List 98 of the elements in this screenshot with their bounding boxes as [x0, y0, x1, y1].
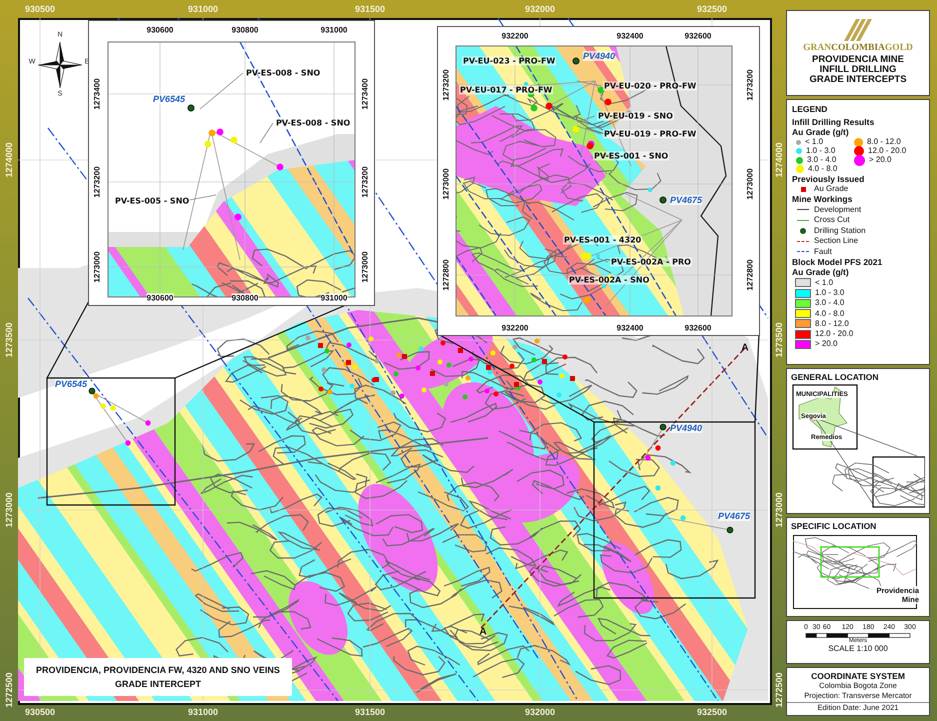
- legend-label: 1.0 - 3.0: [806, 146, 836, 156]
- coordinate-label: 931500: [354, 707, 386, 717]
- coordinate-label: 1273400: [92, 78, 102, 110]
- coordinate-label: 931000: [320, 294, 348, 302]
- drill-hole-label: PV-EU-017 - PRO-FW: [459, 86, 554, 94]
- legend-title: LEGEND: [792, 104, 828, 114]
- legend-label: Fault: [814, 246, 832, 257]
- station-label: PV6545: [153, 94, 186, 104]
- coordinate-label: 1273500: [4, 322, 14, 358]
- coordinate-label: 931000: [188, 4, 218, 14]
- legend-heading: Infill Drilling Results: [792, 117, 876, 128]
- coordinate-label: 931000: [188, 707, 218, 717]
- coordinate-label: 932000: [524, 4, 556, 14]
- legend-label: > 20.0: [869, 155, 892, 166]
- legend-label: Drilling Station: [814, 226, 866, 236]
- coordinate-label: 930500: [24, 707, 56, 717]
- coordinate-label: 1273200: [442, 69, 450, 101]
- legend-label: 12.0 - 20.0: [815, 329, 854, 340]
- legend-label: < 1.0: [815, 278, 834, 288]
- coordinate-label: 930500: [24, 4, 56, 14]
- coordinate-label: 1273200: [746, 69, 754, 101]
- coordinate-label: 932600: [684, 324, 712, 332]
- map-title: PROVIDENCIA MINE INFILL DRILLING GRADE INTERCEPTS: [809, 55, 907, 85]
- station-label: PV4675: [718, 511, 750, 521]
- legend-label: > 20.0: [815, 339, 838, 350]
- drill-hole-label: PV-ES-001 - SNO: [593, 152, 670, 160]
- drill-hole-label: PV-ES-005 - SNO: [114, 196, 190, 206]
- coordinate-label: 930600: [146, 294, 174, 302]
- station-label: PV4940: [583, 51, 616, 61]
- legend-heading: Au Grade (g/t): [792, 267, 850, 278]
- logo-icon: [844, 19, 872, 41]
- coordinate-label: 1273000: [360, 251, 370, 283]
- legend-label: Section Line: [814, 236, 858, 246]
- station-label: PV6545: [55, 379, 88, 389]
- coordinate-label: 932200: [502, 32, 528, 40]
- legend-label: 4.0 - 8.0: [815, 308, 844, 319]
- coordinate-label: 932500: [696, 4, 728, 14]
- coordinate-label: 1272500: [774, 672, 784, 708]
- drill-hole-label: PV-EU-019 - PRO-FW: [603, 130, 698, 138]
- coordinate-label: 1273000: [774, 492, 784, 528]
- station-label: PV4940: [670, 423, 702, 433]
- legend-label: Cross Cut: [814, 215, 850, 226]
- coordinate-label: 1273000: [92, 251, 102, 283]
- legend-label: 3.0 - 4.0: [815, 298, 844, 308]
- coordinate-label: 932400: [616, 324, 644, 332]
- legend-label: Development: [814, 204, 862, 215]
- coordinate-label: 930800: [232, 294, 258, 302]
- legend-heading: Block Model PFS 2021: [792, 257, 884, 268]
- coordinate-label: 1274000: [4, 142, 14, 178]
- north-arrow-icon: [38, 42, 82, 88]
- legend-label: Au Grade: [814, 184, 848, 194]
- panel-title: GENERAL LOCATION: [791, 372, 880, 382]
- panel-title: COORDINATE SYSTEM: [811, 671, 905, 681]
- coordinate-label: 1273000: [442, 168, 450, 200]
- panel-title: SPECIFIC LOCATION: [791, 521, 878, 531]
- coordinate-label: 932400: [616, 32, 644, 40]
- legend-label: 8.0 - 12.0: [867, 137, 901, 147]
- coordinate-label: 931000: [320, 26, 348, 34]
- station-label: PV4675: [670, 195, 702, 205]
- brand-name: GRANCOLOMBIAGOLD: [803, 43, 913, 53]
- coordinate-label: 1273400: [360, 78, 370, 110]
- drill-hole-label: PV-ES-002A - SNO: [568, 276, 650, 284]
- coordinate-label: 932600: [684, 32, 712, 40]
- drill-hole-label: PV-EU-023 - PRO-FW: [462, 56, 556, 66]
- coordinate-label: 931500: [354, 4, 386, 14]
- drill-hole-label: PV-ES-008 - SNO: [275, 118, 352, 128]
- map-caption: PROVIDENCIA, PROVIDENCIA FW, 4320 AND SNO VEINS GRADE INTERCEPT: [24, 658, 292, 696]
- section-label: A: [741, 342, 749, 354]
- coordinate-label: 1273500: [774, 322, 784, 358]
- legend-heading: Mine Workings: [792, 194, 854, 205]
- coordinate-label: 1273200: [360, 166, 370, 198]
- legend-label: 8.0 - 12.0: [815, 318, 849, 330]
- drill-hole-label: PV-EU-020 - PRO-FW: [603, 82, 698, 90]
- legend-label: 1.0 - 3.0: [815, 288, 844, 298]
- legend-heading: Au Grade (g/t): [792, 127, 850, 138]
- coordinate-label: 1273000: [4, 492, 14, 528]
- coordinate-label: 1274000: [774, 142, 784, 178]
- legend-label: 3.0 - 4.0: [807, 155, 836, 165]
- coordinate-label: 930800: [232, 26, 258, 34]
- drill-hole-label: PV-EU-019 - SNO: [597, 112, 674, 120]
- coordinate-label: 932200: [502, 324, 528, 332]
- coordinate-label: 932500: [696, 707, 728, 717]
- coordinate-label: 1273200: [92, 166, 102, 198]
- section-label: A: [479, 626, 487, 638]
- drill-hole-label: PV-ES-002A - PRO: [610, 258, 692, 266]
- drill-hole-label: PV-ES-008 - SNO: [245, 68, 322, 78]
- legend-label: 12.0 - 20.0: [868, 146, 906, 156]
- legend-label: < 1.0: [805, 137, 824, 147]
- legend-label: 4.0 - 8.0: [808, 164, 838, 174]
- coordinate-label: 1272800: [746, 259, 754, 291]
- scale-text: SCALE 1:10 000: [828, 644, 888, 653]
- coordinate-label: 930600: [146, 26, 174, 34]
- legend-heading: Previously Issued: [792, 174, 866, 184]
- coordinate-label: 1272800: [442, 259, 450, 291]
- drill-hole-label: PV-ES-001 - 4320: [563, 236, 642, 244]
- coordinate-label: 1272500: [4, 672, 14, 708]
- coordinate-label: 932000: [524, 707, 556, 717]
- coordinate-label: 1273000: [746, 168, 754, 200]
